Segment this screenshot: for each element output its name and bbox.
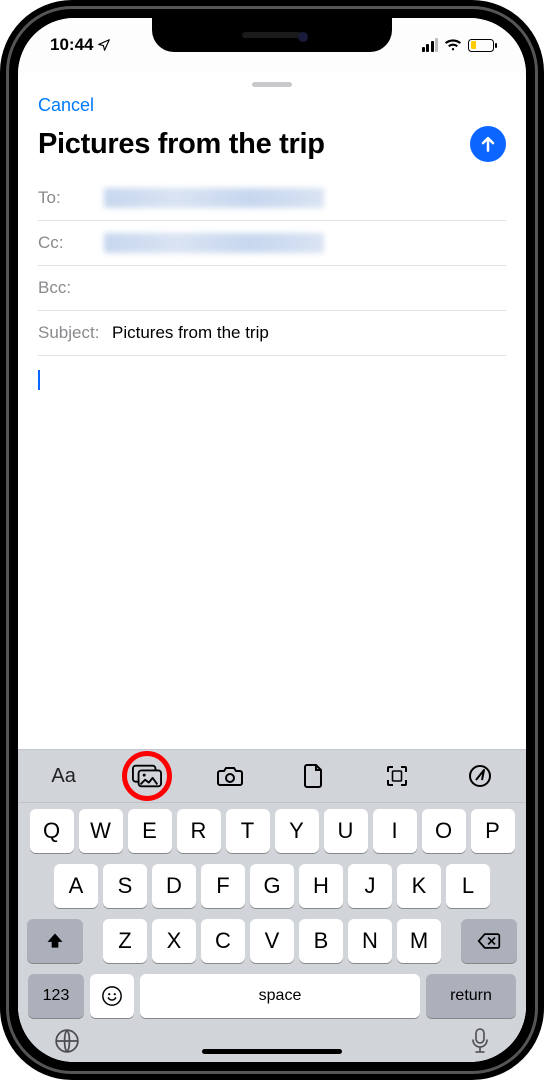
key-l[interactable]: L — [446, 864, 490, 908]
arrow-up-icon — [478, 134, 498, 154]
bcc-field[interactable]: Bcc: — [38, 266, 506, 311]
key-s[interactable]: S — [103, 864, 147, 908]
keyboard-row-3: Z X C V B N M — [22, 919, 522, 963]
keyboard-row-4: 123 space return — [22, 974, 522, 1018]
keyboard: Aa — [18, 749, 526, 1062]
globe-key[interactable] — [54, 1028, 80, 1054]
send-button[interactable] — [470, 126, 506, 162]
key-u[interactable]: U — [324, 809, 368, 853]
text-format-icon[interactable]: Aa — [34, 756, 94, 796]
compose-sheet: Cancel Pictures from the trip To: Cc: — [18, 74, 526, 1062]
scan-document-icon[interactable] — [367, 756, 427, 796]
microphone-icon — [470, 1028, 490, 1054]
key-e[interactable]: E — [128, 809, 172, 853]
subject-value: Pictures from the trip — [112, 323, 269, 343]
screen: 10:44 Cancel Pictures from the trip — [18, 18, 526, 1062]
keyboard-row-2: A S D F G H J K L — [22, 864, 522, 908]
key-a[interactable]: A — [54, 864, 98, 908]
markup-icon[interactable] — [450, 756, 510, 796]
key-i[interactable]: I — [373, 809, 417, 853]
message-body[interactable] — [18, 356, 526, 749]
key-d[interactable]: D — [152, 864, 196, 908]
cancel-button[interactable]: Cancel — [38, 95, 94, 116]
shift-key[interactable] — [27, 919, 83, 963]
subject-label: Subject: — [38, 323, 112, 343]
key-j[interactable]: J — [348, 864, 392, 908]
document-icon[interactable] — [284, 756, 344, 796]
space-key[interactable]: space — [140, 974, 420, 1018]
key-x[interactable]: X — [152, 919, 196, 963]
key-b[interactable]: B — [299, 919, 343, 963]
subject-field[interactable]: Subject: Pictures from the trip — [38, 311, 506, 356]
keyboard-row-1: Q W E R T Y U I O P — [22, 809, 522, 853]
key-f[interactable]: F — [201, 864, 245, 908]
battery-icon — [468, 39, 494, 52]
cellular-signal-icon — [422, 38, 439, 52]
delete-key[interactable] — [461, 919, 517, 963]
key-q[interactable]: Q — [30, 809, 74, 853]
front-camera — [298, 32, 308, 42]
keyboard-toolbar: Aa — [18, 749, 526, 803]
key-o[interactable]: O — [422, 809, 466, 853]
to-field[interactable]: To: — [38, 176, 506, 221]
wifi-icon — [444, 38, 462, 52]
text-cursor — [38, 370, 40, 390]
globe-icon — [54, 1028, 80, 1054]
key-k[interactable]: K — [397, 864, 441, 908]
key-t[interactable]: T — [226, 809, 270, 853]
key-h[interactable]: H — [299, 864, 343, 908]
key-y[interactable]: Y — [275, 809, 319, 853]
compose-title: Pictures from the trip — [38, 128, 325, 161]
cc-field[interactable]: Cc: — [38, 221, 506, 266]
key-g[interactable]: G — [250, 864, 294, 908]
notch — [152, 18, 392, 52]
photo-library-icon[interactable] — [117, 756, 177, 796]
home-indicator[interactable] — [202, 1049, 342, 1054]
location-arrow-icon — [97, 38, 111, 52]
backspace-icon — [477, 932, 501, 950]
key-z[interactable]: Z — [103, 919, 147, 963]
key-p[interactable]: P — [471, 809, 515, 853]
key-c[interactable]: C — [201, 919, 245, 963]
emoji-key[interactable] — [90, 974, 134, 1018]
key-v[interactable]: V — [250, 919, 294, 963]
numbers-key[interactable]: 123 — [28, 974, 84, 1018]
shift-icon — [45, 931, 65, 951]
key-m[interactable]: M — [397, 919, 441, 963]
status-time: 10:44 — [50, 35, 93, 55]
return-key[interactable]: return — [426, 974, 516, 1018]
to-label: To: — [38, 188, 102, 208]
key-n[interactable]: N — [348, 919, 392, 963]
emoji-icon — [101, 985, 123, 1007]
key-w[interactable]: W — [79, 809, 123, 853]
cc-label: Cc: — [38, 233, 102, 253]
dictation-key[interactable] — [470, 1028, 490, 1054]
bcc-label: Bcc: — [38, 278, 102, 298]
phone-frame: 10:44 Cancel Pictures from the trip — [0, 0, 544, 1080]
key-r[interactable]: R — [177, 809, 221, 853]
cc-value-redacted — [104, 233, 324, 253]
camera-icon[interactable] — [200, 756, 260, 796]
to-value-redacted — [104, 188, 324, 208]
